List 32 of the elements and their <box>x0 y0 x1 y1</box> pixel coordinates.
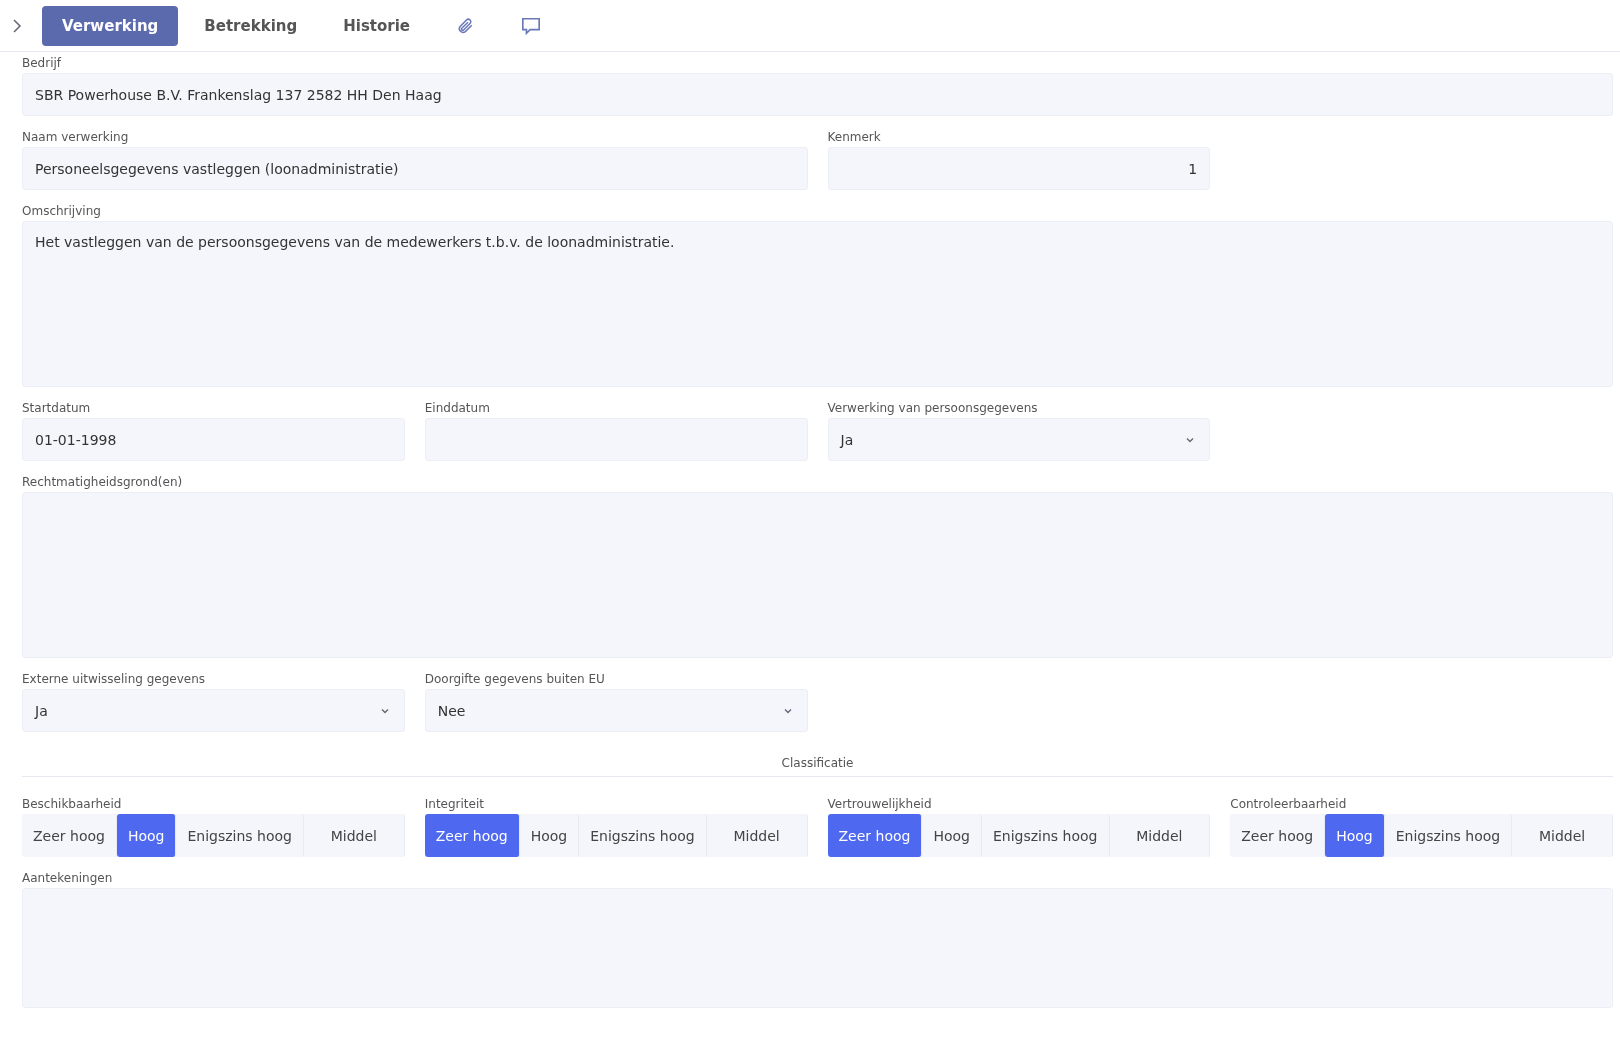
text-area[interactable]: Het vastleggen van de persoonsgegevens van de medewerkers t.b.v. de loonadministratie. <box>22 221 1613 387</box>
date-field[interactable]: 01-01-1998 <box>22 418 405 461</box>
field-label: Omschrijving <box>22 204 102 218</box>
field-label: Aantekeningen <box>22 871 114 885</box>
field-label: Verwerking van persoonsgegevens <box>827 401 1039 415</box>
tab[interactable]: Historie <box>323 5 430 46</box>
field-label: Doorgifte gegevens buiten EU <box>424 672 606 686</box>
select-field[interactable]: Ja <box>827 418 1211 461</box>
tab[interactable]: Verwerking <box>42 5 179 46</box>
field-label: Beschikbaarheid <box>22 797 123 811</box>
company-field[interactable]: SBR Powerhouse B.V. Frankenslag 137 2582 HH Den Haag <box>22 73 1613 116</box>
input-field[interactable]: 1 <box>827 147 1211 190</box>
section-title: Classificatie <box>781 756 854 770</box>
segment-option[interactable]: Zeer hoog <box>827 814 923 857</box>
segment-option[interactable]: Hoog <box>1325 814 1385 857</box>
field-label: Bedrijf <box>22 56 63 70</box>
field-label: Externe uitwisseling gegevens <box>22 672 207 686</box>
segment-option[interactable]: Zeer hoog <box>424 814 520 857</box>
field-label: Naam verwerking <box>22 130 130 144</box>
field-label: Rechtmatigheidsgrond(en) <box>22 475 184 489</box>
segment-option[interactable]: Hoog <box>116 814 177 857</box>
tab[interactable]: Betrekking <box>184 5 318 46</box>
field-label: Startdatum <box>22 401 92 415</box>
field-label: Controleerbaarheid <box>1230 797 1348 811</box>
field-label: Vertrouwelijkheid <box>827 797 933 811</box>
field-label: Einddatum <box>424 401 491 415</box>
input-field[interactable]: Personeelsgegevens vastleggen (loonadministratie) <box>22 147 808 190</box>
field-label: Kenmerk <box>827 130 882 144</box>
field-label: Integriteit <box>424 797 485 811</box>
chevron-right-icon[interactable] <box>10 16 24 35</box>
select-field[interactable]: Nee <box>424 689 808 732</box>
select-field[interactable]: Ja <box>22 689 405 732</box>
